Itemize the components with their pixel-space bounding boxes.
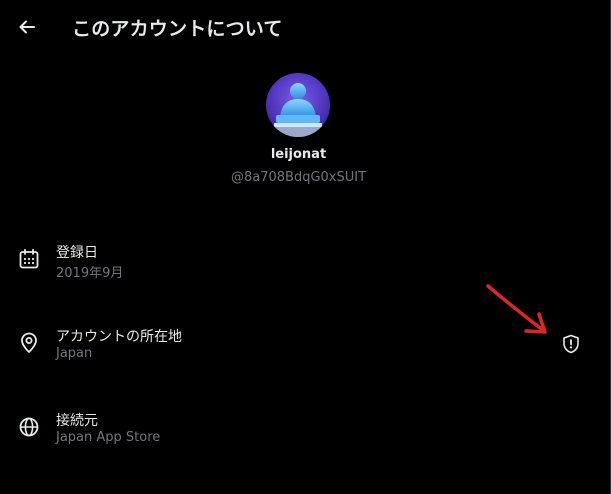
location-pin-icon	[21, 332, 37, 353]
profile-name: leijonat	[270, 147, 327, 162]
avatar[interactable]	[266, 73, 330, 137]
globe-icon	[19, 417, 39, 437]
location-value: Japan	[56, 346, 93, 361]
connected-label: 接続元	[56, 413, 98, 429]
shield-alert-icon[interactable]	[560, 333, 582, 355]
joined-label: 登録日	[56, 245, 98, 261]
info-row-joined: 登録日 2019年9月	[0, 236, 610, 292]
connected-value: Japan App Store	[56, 430, 161, 445]
joined-value: 2019年9月	[56, 266, 124, 281]
info-row-connected: 接続元 Japan App Store	[0, 404, 610, 460]
profile-handle: @8a708BdqG0xSUIT	[230, 170, 367, 185]
back-button[interactable]	[12, 12, 42, 42]
arrow-left-icon	[19, 20, 35, 34]
page-title: このアカウントについて	[72, 18, 283, 40]
location-label: アカウントの所在地	[56, 329, 182, 345]
info-row-location: アカウントの所在地 Japan	[0, 320, 610, 376]
calendar-icon	[19, 248, 39, 269]
